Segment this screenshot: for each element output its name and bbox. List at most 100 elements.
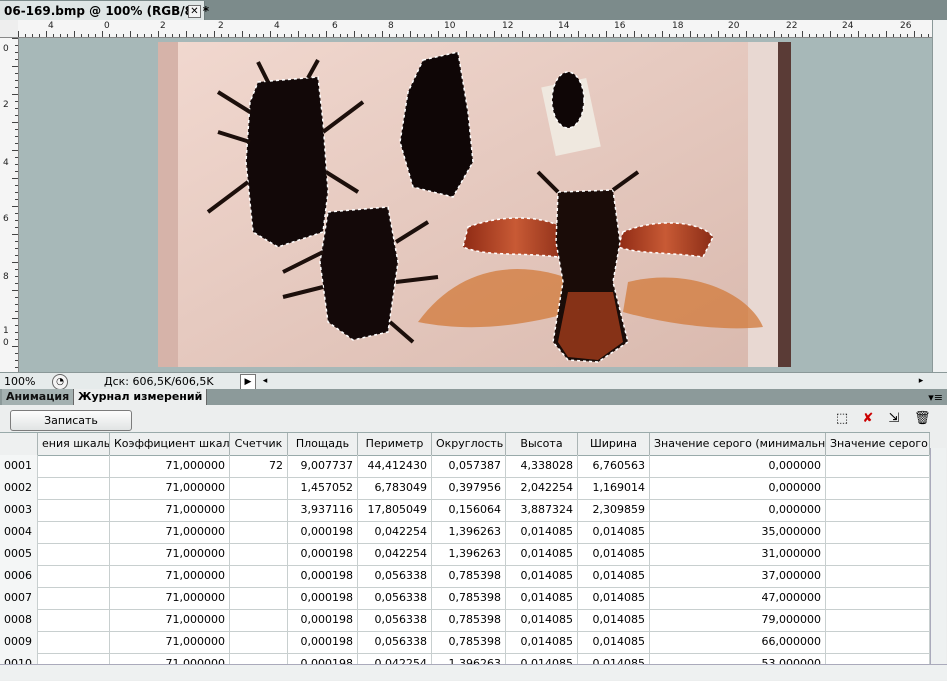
ruler-tick [15,143,18,144]
ruler-tick [900,34,901,37]
table-cell [230,499,288,521]
scroll-right-icon[interactable]: ▸ [914,374,928,388]
ruler-tick [683,34,684,37]
table-header-row: ения шкалы Коэффициент шкалы Счетчик Площад… [0,433,930,456]
column-header[interactable]: Высота [506,433,578,455]
table-cell: 4,338028 [506,455,578,477]
ruler-tick [151,34,152,37]
table-horizontal-scrollbar[interactable] [0,664,947,680]
table-row[interactable]: 0004 71,000000 0,000198 0,042254 1,396263 0,0… [0,521,930,544]
table-cell [38,499,110,521]
column-header[interactable]: ения шкалы [38,433,110,455]
table-cell: 0,000198 [288,609,358,631]
beetle-photo[interactable] [158,42,791,367]
status-menu-arrow-icon[interactable]: ▶ [240,374,256,390]
column-header[interactable]: Периметр [358,433,432,455]
ruler-tick [95,34,96,37]
ruler-tick [333,34,334,37]
tab-animation[interactable]: Анимация [2,389,74,405]
ruler-tick [620,34,621,37]
ruler-tick [15,59,18,60]
record-measurements-button[interactable]: Записать измерения [10,410,132,446]
ruler-tick [613,34,614,37]
table-cell: 71,000000 [110,455,230,477]
ruler-label: 0 [3,338,9,348]
column-header[interactable]: Ширина [578,433,650,455]
ruler-tick [15,332,18,333]
table-vertical-scrollbar[interactable] [930,448,946,664]
canvas-vertical-scrollbar[interactable] [932,20,947,372]
ruler-tick [15,157,18,158]
table-row[interactable]: 0009 71,000000 0,000198 0,056338 0,785398 0,0… [0,631,930,654]
ruler-tick [711,34,712,37]
table-cell: 71,000000 [110,499,230,521]
column-header[interactable]: Значение серого (минимальное) [650,433,826,455]
ruler-tick [15,304,18,305]
scroll-left-icon[interactable]: ◂ [258,374,272,388]
zoom-level[interactable]: 100% [4,375,50,388]
canvas-area[interactable] [19,38,932,372]
ruler-label: 10 [444,21,456,31]
ruler-tick [15,276,18,277]
ruler-tick [15,311,18,312]
ruler-tick [18,31,19,37]
table-cell [38,587,110,609]
ruler-label: 2 [3,100,9,110]
table-cell: 0,014085 [578,587,650,609]
tab-measurement-log[interactable]: Журнал измерений [73,389,208,405]
column-header[interactable]: Значение серого (м [826,433,930,455]
ruler-tick [774,31,775,37]
ruler-tick [760,34,761,37]
column-header[interactable]: Округлость [432,433,506,455]
column-header[interactable]: Коэффициент шкалы [110,433,230,455]
clock-icon[interactable]: ◔ [52,374,68,390]
ruler-tick [326,31,327,37]
table-row[interactable]: 0007 71,000000 0,000198 0,056338 0,785398 0,0… [0,587,930,610]
ruler-tick [522,31,523,37]
panel-tab-bar: Анимация Журнал измерений ▾≡ [0,389,947,405]
table-cell: 0,042254 [358,543,432,565]
table-row[interactable]: 0002 71,000000 1,457052 6,783049 0,397956 2,0… [0,477,930,500]
ruler-tick [487,34,488,37]
document-tab[interactable]: 06-169.bmp @ 100% (RGB/8) * ✕ [0,1,209,20]
delete-icon[interactable]: 🗑 [914,411,931,427]
table-cell: 0,000198 [288,631,358,653]
ruler-tick [15,171,18,172]
table-cell [826,543,930,565]
table-cell [230,477,288,499]
column-header[interactable]: Счетчик [230,433,288,455]
ruler-tick [459,34,460,37]
ruler-tick [284,34,285,37]
ruler-tick [788,34,789,37]
ruler-tick [368,34,369,37]
close-icon[interactable]: ✕ [188,5,201,18]
table-cell: 0,014085 [506,609,578,631]
ruler-label: 4 [48,21,54,31]
table-row[interactable]: 0006 71,000000 0,000198 0,056338 0,785398 0,0… [0,565,930,588]
column-header[interactable]: Площадь [288,433,358,455]
ruler-tick [501,34,502,37]
ruler-tick [739,34,740,37]
table-row[interactable]: 0003 71,000000 3,937116 17,805049 0,156064 3,… [0,499,930,522]
table-cell: 71,000000 [110,521,230,543]
table-cell [230,587,288,609]
ruler-tick [508,34,509,37]
table-cell: 0,014085 [506,587,578,609]
table-row[interactable]: 0008 71,000000 0,000198 0,056338 0,785398 0,0… [0,609,930,632]
ruler-tick [207,34,208,37]
ruler-label: 24 [842,21,854,31]
table-header-corner [0,433,38,455]
ruler-tick [32,34,33,37]
export-icon[interactable]: ⇲ [886,411,902,427]
deselect-icon[interactable]: ✘ [860,411,876,427]
table-row[interactable]: 0005 71,000000 0,000198 0,042254 1,396263 0,0… [0,543,930,566]
canvas-horizontal-scrollbar[interactable]: ◂ ▸ [258,374,928,388]
ruler-tick [15,108,18,109]
ruler-tick [15,220,18,221]
table-cell: 1,396263 [432,543,506,565]
table-row[interactable]: 0001 71,000000 72 9,007737 44,412430 0,057387… [0,455,930,478]
ruler-tick [697,34,698,37]
select-all-icon[interactable]: ⬚ [834,411,850,427]
panel-menu-icon[interactable]: ▾≡ [928,391,943,404]
row-id: 0004 [0,521,38,543]
